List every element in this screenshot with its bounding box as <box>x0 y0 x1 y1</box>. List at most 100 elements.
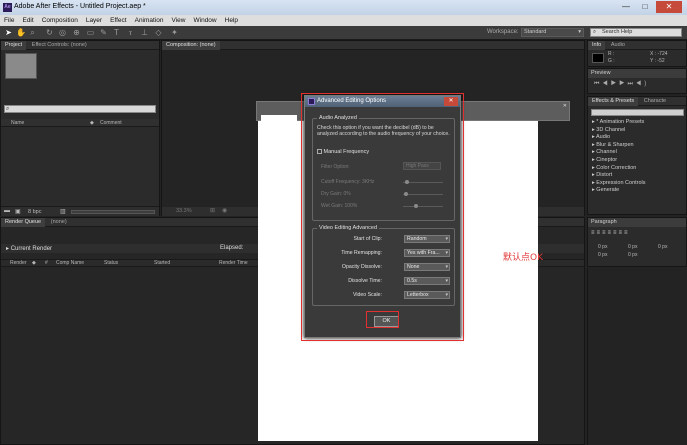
menu-bar: File Edit Composition Layer Effect Animation V… <box>0 15 687 26</box>
bpc-button[interactable]: 8 bpc <box>28 209 41 215</box>
column-comment[interactable]: Comment <box>100 119 122 127</box>
close-button[interactable]: ✕ <box>656 1 682 13</box>
project-scrollbar[interactable] <box>71 210 155 214</box>
menu-edit[interactable]: Edit <box>18 15 37 26</box>
column-render[interactable]: Render <box>10 260 26 267</box>
pan-behind-tool-icon[interactable]: ⊕ <box>72 28 81 37</box>
menu-effect[interactable]: Effect <box>106 15 131 26</box>
selection-tool-icon[interactable]: ➤ <box>4 28 13 37</box>
hand-tool-icon[interactable]: ✋ <box>16 28 26 37</box>
column-status[interactable]: Status <box>104 260 118 267</box>
elapsed-label: Elapsed: <box>220 245 244 251</box>
menu-animation[interactable]: Animation <box>131 15 168 26</box>
effects-presets-panel: Effects & Presets Characte ▸ * Animation… <box>587 96 687 215</box>
menu-file[interactable]: File <box>0 15 18 26</box>
zoom-level[interactable]: 33.3% <box>176 208 192 214</box>
tab-render-queue[interactable]: Render Queue <box>1 218 46 227</box>
menu-help[interactable]: Help <box>221 15 242 26</box>
zoom-tool-icon[interactable]: ⌕ <box>28 28 37 37</box>
list-item[interactable]: ▸ Blur & Sharpen <box>588 142 686 150</box>
column-started[interactable]: Started <box>154 260 170 267</box>
project-search-input[interactable]: ⌕ <box>4 105 156 113</box>
indent-first-value[interactable]: 0 px <box>658 244 667 250</box>
minimize-button[interactable]: — <box>617 1 635 13</box>
tab-timeline-none[interactable]: (none) <box>47 218 71 227</box>
background-dialog-field <box>261 115 297 121</box>
search-help-placeholder: Search Help <box>602 29 633 35</box>
space-before-value[interactable]: 0 px <box>598 252 607 258</box>
menu-window[interactable]: Window <box>190 15 221 26</box>
menu-composition[interactable]: Composition <box>38 15 82 26</box>
effects-search-input[interactable] <box>591 109 684 116</box>
list-item[interactable]: ▸ Distort <box>588 172 686 180</box>
right-empty-area <box>587 268 687 445</box>
list-item[interactable]: ▸ Generate <box>588 187 686 195</box>
trash-icon[interactable]: ▥ <box>60 208 66 215</box>
column-render-time[interactable]: Render Time <box>219 260 248 267</box>
tools-bar: ➤ ✋ ⌕ ↻ ◎ ⊕ ▭ ✎ T ⲧ ⊥ ◇ ✦ Workspace: Sta… <box>0 26 687 40</box>
text-tool-icon[interactable]: T <box>112 28 121 37</box>
brush-tool-icon[interactable]: ⲧ <box>126 28 135 37</box>
camera-tool-icon[interactable]: ◎ <box>58 28 67 37</box>
column-comp-name[interactable]: Comp Name <box>56 260 84 267</box>
rotate-tool-icon[interactable]: ↻ <box>45 28 54 37</box>
tab-effect-controls[interactable]: Effect Controls: (none) <box>28 41 91 50</box>
rectangle-tool-icon[interactable]: ▭ <box>86 28 95 37</box>
workspace-select[interactable]: Standard ▾ <box>521 28 584 37</box>
menu-layer[interactable]: Layer <box>82 15 106 26</box>
info-panel: Info Audio R : G : X : -724 Y : -52 <box>587 40 687 67</box>
tab-audio[interactable]: Audio <box>607 41 629 50</box>
list-item-label: Audio <box>596 134 611 141</box>
search-help-input[interactable]: ⌕ Search Help <box>590 28 682 37</box>
list-item[interactable]: ▸ Audio <box>588 134 686 142</box>
list-item-label: 3D Channel <box>596 126 626 133</box>
project-tabs: Project Effect Controls: (none) <box>1 41 159 50</box>
tab-character[interactable]: Characte <box>640 97 670 106</box>
space-after-value[interactable]: 0 px <box>628 252 637 258</box>
list-item[interactable]: ▸ Channel <box>588 149 686 157</box>
list-item[interactable]: ▸ Color Correction <box>588 165 686 173</box>
pen-tool-icon[interactable]: ✎ <box>99 28 108 37</box>
list-item[interactable]: ▸ Cineptor <box>588 157 686 165</box>
chevron-down-icon: ▾ <box>578 29 581 35</box>
list-item[interactable]: ▸ * Animation Presets <box>588 119 686 127</box>
tab-paragraph[interactable]: Paragraph <box>588 218 686 227</box>
info-tabs: Info Audio <box>588 41 686 50</box>
project-footer: ▬ ▣ 8 bpc ▥ <box>1 206 159 216</box>
list-item-label: Expression Controls <box>596 179 646 186</box>
list-item-label: Distort <box>596 172 613 179</box>
tab-composition[interactable]: Composition: (none) <box>162 41 220 50</box>
new-comp-icon[interactable]: ▣ <box>15 208 21 215</box>
tab-info[interactable]: Info <box>588 41 606 50</box>
tab-effects-presets[interactable]: Effects & Presets <box>588 97 639 106</box>
tab-project[interactable]: Project <box>1 41 27 50</box>
info-x: X : -724 <box>650 51 668 57</box>
menu-view[interactable]: View <box>168 15 190 26</box>
ok-highlight-box <box>366 311 399 328</box>
list-item-label: Cineptor <box>596 156 618 163</box>
window-title: Adobe After Effects - Untitled Project.a… <box>14 3 146 10</box>
list-item[interactable]: ▸ Expression Controls <box>588 180 686 188</box>
current-render-label[interactable]: ▸ Current Render <box>6 245 52 252</box>
eraser-tool-icon[interactable]: ◇ <box>154 28 163 37</box>
list-item-label: Color Correction <box>596 164 637 171</box>
grid-icon[interactable]: ⊞ <box>210 207 215 214</box>
current-render-text: Current Render <box>10 246 53 252</box>
camera-icon[interactable]: ◉ <box>222 207 227 214</box>
tab-preview[interactable]: Preview <box>588 69 686 78</box>
indent-right-value[interactable]: 0 px <box>628 244 637 250</box>
maximize-button[interactable]: □ <box>636 1 654 13</box>
clone-tool-icon[interactable]: ⊥ <box>140 28 149 37</box>
column-name[interactable]: Name <box>11 119 24 127</box>
indent-left-value[interactable]: 0 px <box>598 244 607 250</box>
folder-icon[interactable]: ▬ <box>4 208 10 214</box>
align-buttons[interactable]: ≡≡≡≡≡≡≡ <box>591 230 630 236</box>
column-number[interactable]: # <box>45 260 48 267</box>
preview-controls[interactable]: ⏮◀▶▶⏭◀) <box>594 81 649 88</box>
puppet-tool-icon[interactable]: ✦ <box>170 28 179 37</box>
project-panel: Project Effect Controls: (none) ⌕ Name ◆… <box>0 40 160 216</box>
list-item[interactable]: ▸ 3D Channel <box>588 127 686 135</box>
tag-icon: ◆ <box>32 260 36 266</box>
after-effects-icon: Ae <box>3 3 12 12</box>
background-dialog-close-icon[interactable]: ✕ <box>563 103 567 109</box>
